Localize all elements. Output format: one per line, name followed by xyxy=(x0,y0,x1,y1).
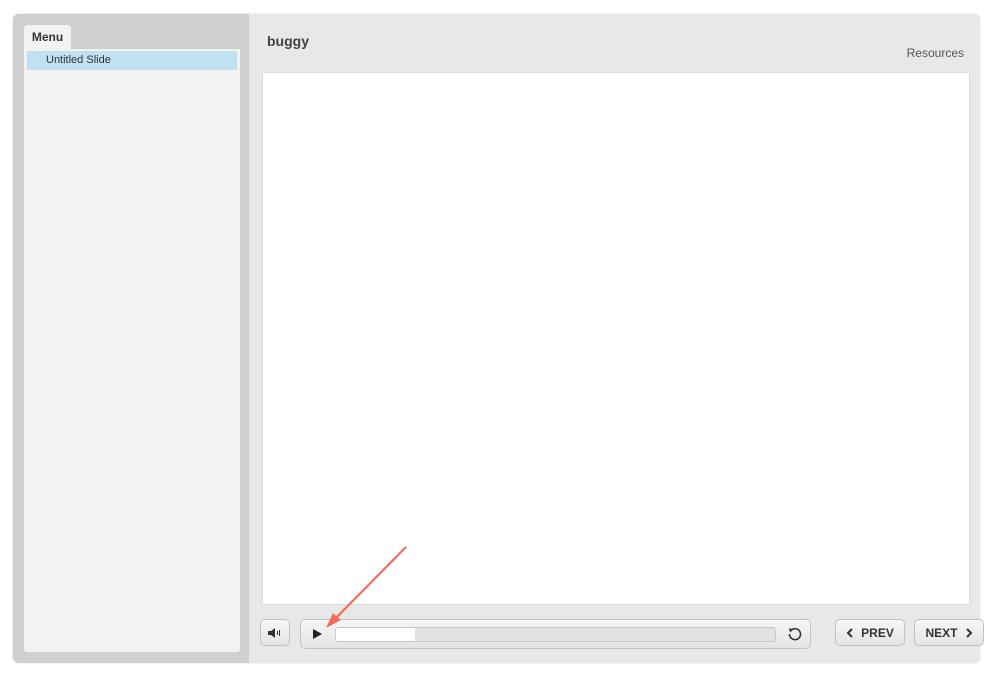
course-title: buggy xyxy=(267,33,309,49)
seek-bar[interactable] xyxy=(335,627,776,642)
play-button[interactable] xyxy=(309,626,325,642)
control-bar: PREV NEXT xyxy=(249,617,984,653)
prev-label: PREV xyxy=(861,625,894,640)
replay-button[interactable] xyxy=(786,625,804,643)
menu-item-untitled-slide[interactable]: Untitled Slide xyxy=(27,51,237,70)
sidebar: Menu Untitled Slide xyxy=(13,14,249,663)
play-icon xyxy=(313,629,322,639)
playbar xyxy=(300,619,811,649)
main-area: buggy Resources PREV NEXT xyxy=(249,14,984,663)
resources-link[interactable]: Resources xyxy=(907,46,964,60)
player-frame: Menu Untitled Slide buggy Resources PREV… xyxy=(13,14,984,663)
menu-panel: Untitled Slide xyxy=(24,49,240,652)
slide-stage xyxy=(262,72,970,605)
next-button[interactable]: NEXT xyxy=(914,619,984,646)
chevron-left-icon xyxy=(846,627,853,638)
volume-button[interactable] xyxy=(260,619,290,646)
speaker-icon xyxy=(268,627,280,638)
seek-progress xyxy=(336,628,416,641)
replay-icon xyxy=(788,627,802,641)
chevron-right-icon xyxy=(965,627,972,638)
menu-tab[interactable]: Menu xyxy=(24,25,71,49)
prev-button[interactable]: PREV xyxy=(835,619,905,646)
next-label: NEXT xyxy=(925,625,958,640)
